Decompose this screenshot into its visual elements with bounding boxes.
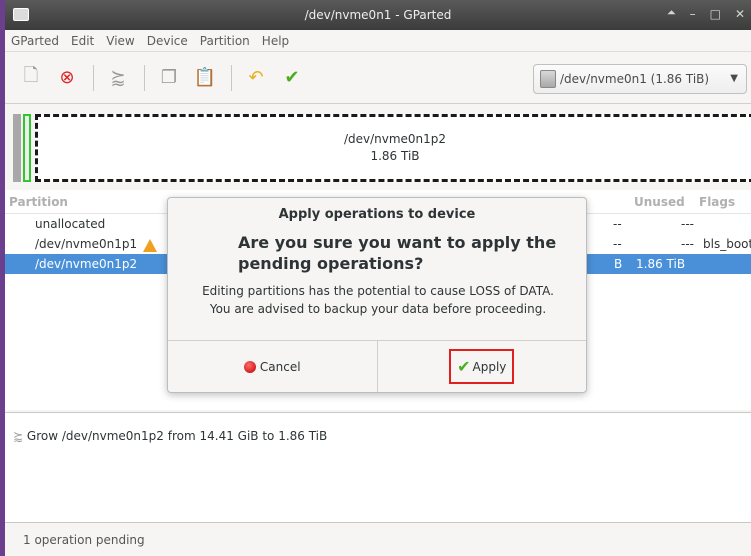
maximize-button[interactable]: □ — [710, 7, 721, 22]
checkmark-icon: ✔ — [457, 357, 471, 376]
row-partition: /dev/nvme0n1p2 — [35, 257, 138, 271]
menu-bar: GParted Edit View Device Partition Help — [5, 30, 751, 52]
row-partition: /dev/nvme0n1p1 — [35, 237, 138, 251]
row-flags: bls_boot — [703, 237, 751, 251]
row-unused: 1.86 TiB — [636, 257, 686, 271]
partition-unallocated-block[interactable] — [23, 114, 31, 182]
copy-icon[interactable]: ❐ — [155, 64, 183, 92]
disk-icon — [540, 70, 556, 88]
column-unused[interactable]: Unused — [634, 195, 685, 209]
paste-icon[interactable]: 📋 — [191, 64, 219, 92]
dialog-button-row: Cancel ✔ Apply — [168, 340, 586, 392]
cancel-label: Cancel — [259, 359, 301, 374]
dialog-secondary-line-1: Editing partitions has the potential to … — [202, 284, 554, 298]
pending-operations-panel: ⪸ Grow /dev/nvme0n1p2 from 14.41 GiB to … — [5, 412, 751, 522]
column-partition[interactable]: Partition — [9, 195, 68, 209]
row-used: -- — [613, 237, 622, 251]
menu-view[interactable]: View — [106, 34, 134, 48]
toolbar: 🗋 ⊗ ⪸ ❐ 📋 ↶ ✔ /dev/nvme0n1 (1.86 TiB) ▼ — [5, 52, 751, 104]
cancel-icon — [243, 360, 256, 373]
menu-gparted[interactable]: GParted — [11, 34, 59, 48]
diskmap-partition-size: 1.86 TiB — [370, 149, 420, 163]
row-used: B — [614, 257, 623, 271]
cancel-button[interactable]: Cancel — [168, 341, 377, 392]
partition-p2-block[interactable]: /dev/nvme0n1p2 1.86 TiB — [35, 114, 751, 182]
gparted-window: /dev/nvme0n1 - GParted 🞁 – □ ✕ GParted E… — [5, 0, 751, 556]
status-text: 1 operation pending — [23, 532, 145, 547]
title-bar: /dev/nvme0n1 - GParted 🞁 – □ ✕ — [5, 0, 751, 30]
app-icon — [13, 8, 29, 21]
menu-edit[interactable]: Edit — [71, 34, 94, 48]
disk-map: /dev/nvme0n1p2 1.86 TiB — [9, 112, 751, 184]
device-label: /dev/nvme0n1 (1.86 TiB) — [560, 72, 710, 86]
menu-device[interactable]: Device — [147, 34, 188, 48]
status-bar: 1 operation pending — [5, 522, 751, 556]
device-selector[interactable]: /dev/nvme0n1 (1.86 TiB) ▼ — [533, 64, 747, 94]
list-item[interactable]: ⪸ Grow /dev/nvme0n1p2 from 14.41 GiB to … — [13, 429, 327, 443]
undo-icon[interactable]: ↶ — [242, 64, 270, 92]
apply-highlight: ✔ Apply — [449, 349, 515, 384]
resize-move-icon[interactable]: ⪸ — [104, 64, 132, 92]
new-partition-icon[interactable]: 🗋 — [17, 64, 45, 92]
row-unused: --- — [681, 237, 694, 251]
close-button[interactable]: ✕ — [735, 7, 745, 22]
operation-text: Grow /dev/nvme0n1p2 from 14.41 GiB to 1.… — [26, 429, 328, 443]
apply-button[interactable]: ✔ Apply — [376, 341, 587, 392]
apply-dialog: Apply operations to device Are you sure … — [167, 197, 587, 393]
dialog-secondary-text: Editing partitions has the potential to … — [178, 282, 578, 318]
apply-label: Apply — [472, 359, 507, 374]
row-used: -- — [613, 217, 622, 231]
row-partition: unallocated — [35, 217, 106, 231]
partition-p1-block[interactable] — [13, 114, 21, 182]
dialog-primary-text: Are you sure you want to apply the pendi… — [238, 233, 557, 273]
menu-partition[interactable]: Partition — [200, 34, 250, 48]
dialog-title: Apply operations to device — [278, 207, 476, 222]
diskmap-partition-name: /dev/nvme0n1p2 — [343, 132, 447, 146]
dialog-secondary-line-2: You are advised to backup your data befo… — [209, 302, 547, 316]
apply-icon[interactable]: ✔ — [278, 64, 306, 92]
delete-partition-icon[interactable]: ⊗ — [53, 64, 81, 92]
pin-icon[interactable]: 🞁 — [667, 7, 675, 22]
chevron-down-icon: ▼ — [730, 73, 738, 84]
column-flags[interactable]: Flags — [699, 195, 735, 209]
minimize-button[interactable]: – — [690, 7, 696, 22]
menu-help[interactable]: Help — [262, 34, 289, 48]
row-unused: --- — [681, 217, 694, 231]
window-title: /dev/nvme0n1 - GParted — [304, 8, 452, 22]
resize-move-icon: ⪸ — [13, 429, 24, 443]
